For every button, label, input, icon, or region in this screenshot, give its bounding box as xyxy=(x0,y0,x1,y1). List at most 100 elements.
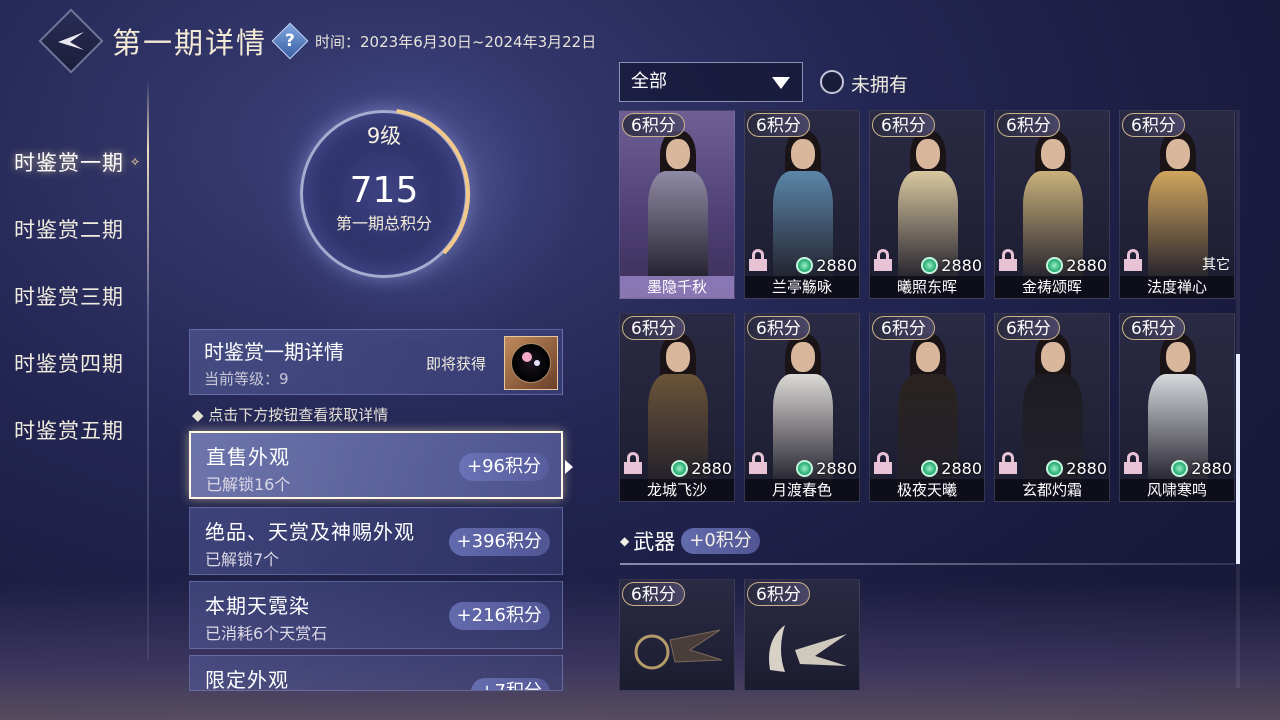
back-arrow-icon xyxy=(58,32,84,50)
period-time: 时间：2023年6月30日~2024年3月22日 xyxy=(315,32,597,51)
score-label: 第一期总积分 xyxy=(335,214,432,233)
outfit-name: 风啸寒鸣 xyxy=(1120,479,1234,501)
outfit-name: 龙城飞沙 xyxy=(620,479,734,501)
jade-coin-icon xyxy=(796,257,814,274)
scroll-thumb[interactable] xyxy=(1236,354,1240,564)
unowned-radio[interactable] xyxy=(820,70,844,94)
weapon-icon xyxy=(634,629,723,670)
points-tag: 6积分 xyxy=(747,113,810,137)
outfit-price: 2880 xyxy=(921,459,982,478)
lock-icon xyxy=(874,452,892,474)
nav-item-period-1[interactable]: 时鉴赏一期 ✧ xyxy=(14,128,144,195)
category-limited[interactable]: 限定外观 +7积分 xyxy=(189,655,563,691)
jade-coin-icon xyxy=(1171,460,1189,477)
points-tag: 6积分 xyxy=(997,113,1060,137)
detail-title: 时鉴赏一期详情 xyxy=(204,340,344,364)
price-value: 2880 xyxy=(941,459,982,478)
outfit-tile[interactable]: 6积分 2880 风啸寒鸣 xyxy=(1119,313,1235,502)
lock-icon xyxy=(749,452,767,474)
question-icon: ? xyxy=(285,31,295,51)
category-title: 绝品、天赏及神赐外观 xyxy=(205,520,415,544)
source-label: 其它 xyxy=(1202,257,1230,273)
weapon-icon xyxy=(769,625,847,672)
category-sub: 已解锁7个 xyxy=(205,550,280,569)
outfit-price: 2880 xyxy=(671,459,732,478)
outfit-tile[interactable]: 6积分 2880 月渡春色 xyxy=(744,313,860,502)
outfit-name: 月渡春色 xyxy=(745,479,859,501)
outfit-tile[interactable]: 6积分 2880 兰亭觞咏 xyxy=(744,110,860,299)
outfit-tile[interactable]: 6积分 2880 曦照东晖 xyxy=(869,110,985,299)
outfit-tile[interactable]: 6积分 2880 极夜天曦 xyxy=(869,313,985,502)
unowned-label[interactable]: 未拥有 xyxy=(851,70,908,97)
jade-coin-icon xyxy=(796,460,814,477)
category-title: 直售外观 xyxy=(206,445,290,469)
nav-item-label: 时鉴赏二期 xyxy=(14,217,124,242)
nav-item-period-2[interactable]: 时鉴赏二期 xyxy=(14,195,144,262)
outfit-figure xyxy=(642,131,714,281)
points-tag: 6积分 xyxy=(622,316,685,340)
outfit-tile[interactable]: 6积分 2880 龙城飞沙 xyxy=(619,313,735,502)
outfit-price: 2880 xyxy=(1046,256,1107,275)
nav-item-label: 时鉴赏五期 xyxy=(14,418,124,443)
category-direct-sale[interactable]: 直售外观 已解锁16个 +96积分 xyxy=(189,431,573,499)
lock-icon xyxy=(999,452,1017,474)
active-indicator-icon: ✧ xyxy=(130,154,142,169)
lock-icon xyxy=(999,249,1017,271)
outfit-tile[interactable]: 6积分 2880 玄都灼霜 xyxy=(994,313,1110,502)
hint-text: ◆ 点击下方按钮查看获取详情 xyxy=(192,406,389,424)
points-tag: 6积分 xyxy=(747,316,810,340)
nav-item-period-5[interactable]: 时鉴赏五期 xyxy=(14,396,144,463)
price-value: 2880 xyxy=(1066,256,1107,275)
filter-dropdown[interactable]: 全部 xyxy=(619,62,803,102)
outfit-name: 曦照东晖 xyxy=(870,276,984,298)
weapon-points: +0积分 xyxy=(681,528,760,554)
lock-icon xyxy=(874,249,892,271)
nav-item-period-4[interactable]: 时鉴赏四期 xyxy=(14,329,144,396)
category-premium[interactable]: 绝品、天赏及神赐外观 已解锁7个 +396积分 xyxy=(189,507,563,575)
lock-icon xyxy=(749,249,767,271)
jade-coin-icon xyxy=(921,460,939,477)
points-tag: 6积分 xyxy=(747,582,810,606)
price-value: 2880 xyxy=(941,256,982,275)
period-detail-card[interactable]: 时鉴赏一期详情 当前等级：9 即将获得 xyxy=(189,329,563,395)
score-level: 9级 xyxy=(366,124,402,148)
outfit-price: 2880 xyxy=(921,256,982,275)
price-value: 2880 xyxy=(816,459,857,478)
outfit-tile[interactable]: 6积分 墨隐千秋 xyxy=(619,110,735,299)
upcoming-reward-label: 即将获得 xyxy=(426,355,487,373)
outfit-tile[interactable]: 6积分 2880 金祷颂晖 xyxy=(994,110,1110,299)
category-points: +396积分 xyxy=(448,528,550,556)
price-value: 2880 xyxy=(1191,459,1232,478)
nav-divider xyxy=(147,80,149,660)
points-tag: 6积分 xyxy=(997,316,1060,340)
category-sub: 已消耗6个天赏石 xyxy=(205,624,328,643)
outfit-price: 2880 xyxy=(796,256,857,275)
score-value: 715 xyxy=(349,170,419,211)
lock-icon xyxy=(624,452,642,474)
outfit-price: 2880 xyxy=(1046,459,1107,478)
lock-icon xyxy=(1124,249,1142,271)
back-button[interactable] xyxy=(38,8,104,74)
price-value: 2880 xyxy=(1066,459,1107,478)
outfit-name: 极夜天曦 xyxy=(870,479,984,501)
period-nav: 时鉴赏一期 ✧ 时鉴赏二期 时鉴赏三期 时鉴赏四期 时鉴赏五期 xyxy=(14,128,144,463)
page-title: 第一期详情 xyxy=(112,26,268,60)
outfit-tile[interactable]: 6积分 其它 法度禅心 xyxy=(1119,110,1235,299)
bullet-icon: ◆ xyxy=(620,534,630,548)
reward-item-icon[interactable] xyxy=(504,336,558,390)
weapon-tile[interactable]: 6积分 xyxy=(744,579,860,691)
scrollbar[interactable] xyxy=(1236,110,1240,688)
outfit-name: 兰亭觞咏 xyxy=(745,276,859,298)
category-points: +96积分 xyxy=(459,453,549,481)
category-title: 本期天霓染 xyxy=(205,594,310,618)
category-dye[interactable]: 本期天霓染 已消耗6个天赏石 +216积分 xyxy=(189,581,563,649)
help-button[interactable]: ? xyxy=(271,22,309,60)
lock-icon xyxy=(1124,452,1142,474)
jade-coin-icon xyxy=(921,257,939,274)
jade-coin-icon xyxy=(1046,460,1064,477)
weapon-tile[interactable]: 6积分 xyxy=(619,579,735,691)
category-points: +7积分 xyxy=(471,678,550,690)
category-sub: 已解锁16个 xyxy=(206,475,291,494)
price-value: 2880 xyxy=(816,256,857,275)
nav-item-period-3[interactable]: 时鉴赏三期 xyxy=(14,262,144,329)
